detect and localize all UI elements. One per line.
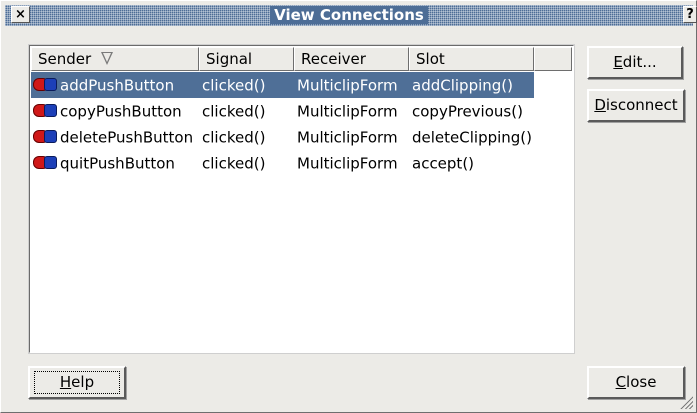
help-question-icon[interactable]: ?	[683, 6, 697, 23]
help-button[interactable]: Help	[28, 366, 126, 399]
table-row[interactable]: addPushButton clicked() MulticlipForm addCl…	[31, 72, 572, 98]
column-header-empty	[534, 47, 572, 71]
sender-cell: deletePushButton	[31, 124, 199, 150]
slot-cell: deleteClipping()	[412, 128, 533, 147]
view-connections-dialog: View Connections × ? Sender Signal Recei…	[0, 0, 697, 413]
close-window-icon[interactable]: ×	[11, 6, 30, 23]
column-header-signal[interactable]: Signal	[199, 47, 294, 71]
receiver-cell: MulticlipForm	[297, 102, 398, 121]
pushbutton-icon	[33, 130, 57, 143]
window-title: View Connections	[270, 6, 428, 24]
receiver-cell: MulticlipForm	[294, 72, 409, 98]
signal-cell: clicked()	[202, 128, 266, 147]
sort-descending-icon	[101, 52, 114, 65]
pushbutton-icon	[33, 78, 57, 91]
column-header-receiver[interactable]: Receiver	[294, 47, 409, 71]
signal-cell: clicked()	[202, 154, 266, 173]
sender-cell: addPushButton	[31, 72, 199, 98]
pushbutton-icon	[33, 156, 57, 169]
edit-button[interactable]: Edit...	[587, 46, 683, 79]
column-header-slot[interactable]: Slot	[409, 47, 534, 71]
slot-cell: accept()	[412, 154, 475, 173]
receiver-cell: MulticlipForm	[297, 128, 398, 147]
slot-cell: copyPrevious()	[412, 102, 523, 121]
column-header-sender[interactable]: Sender	[31, 47, 199, 71]
focus-rect	[34, 371, 120, 394]
connections-list[interactable]: Sender Signal Receiver Slot addPushButto…	[28, 44, 575, 354]
table-row[interactable]: copyPushButton clicked() MulticlipForm copy…	[31, 98, 572, 124]
signal-cell: clicked()	[202, 102, 266, 121]
sender-cell: quitPushButton	[31, 150, 199, 176]
sender-cell: copyPushButton	[31, 98, 199, 124]
pushbutton-icon	[33, 104, 57, 117]
signal-cell: clicked()	[199, 72, 294, 98]
slot-cell: addClipping()	[409, 72, 534, 98]
receiver-cell: MulticlipForm	[297, 154, 398, 173]
disconnect-button[interactable]: Disconnect	[587, 89, 685, 122]
table-row[interactable]: quitPushButton clicked() MulticlipForm acce…	[31, 150, 572, 176]
close-button[interactable]: Close	[587, 366, 685, 399]
connections-rows: addPushButton clicked() MulticlipForm addCl…	[31, 72, 572, 176]
resize-grip-icon[interactable]	[679, 395, 693, 409]
title-bar[interactable]: View Connections × ?	[5, 5, 697, 26]
table-row[interactable]: deletePushButton clicked() MulticlipForm de…	[31, 124, 572, 150]
list-header: Sender Signal Receiver Slot	[31, 47, 572, 71]
